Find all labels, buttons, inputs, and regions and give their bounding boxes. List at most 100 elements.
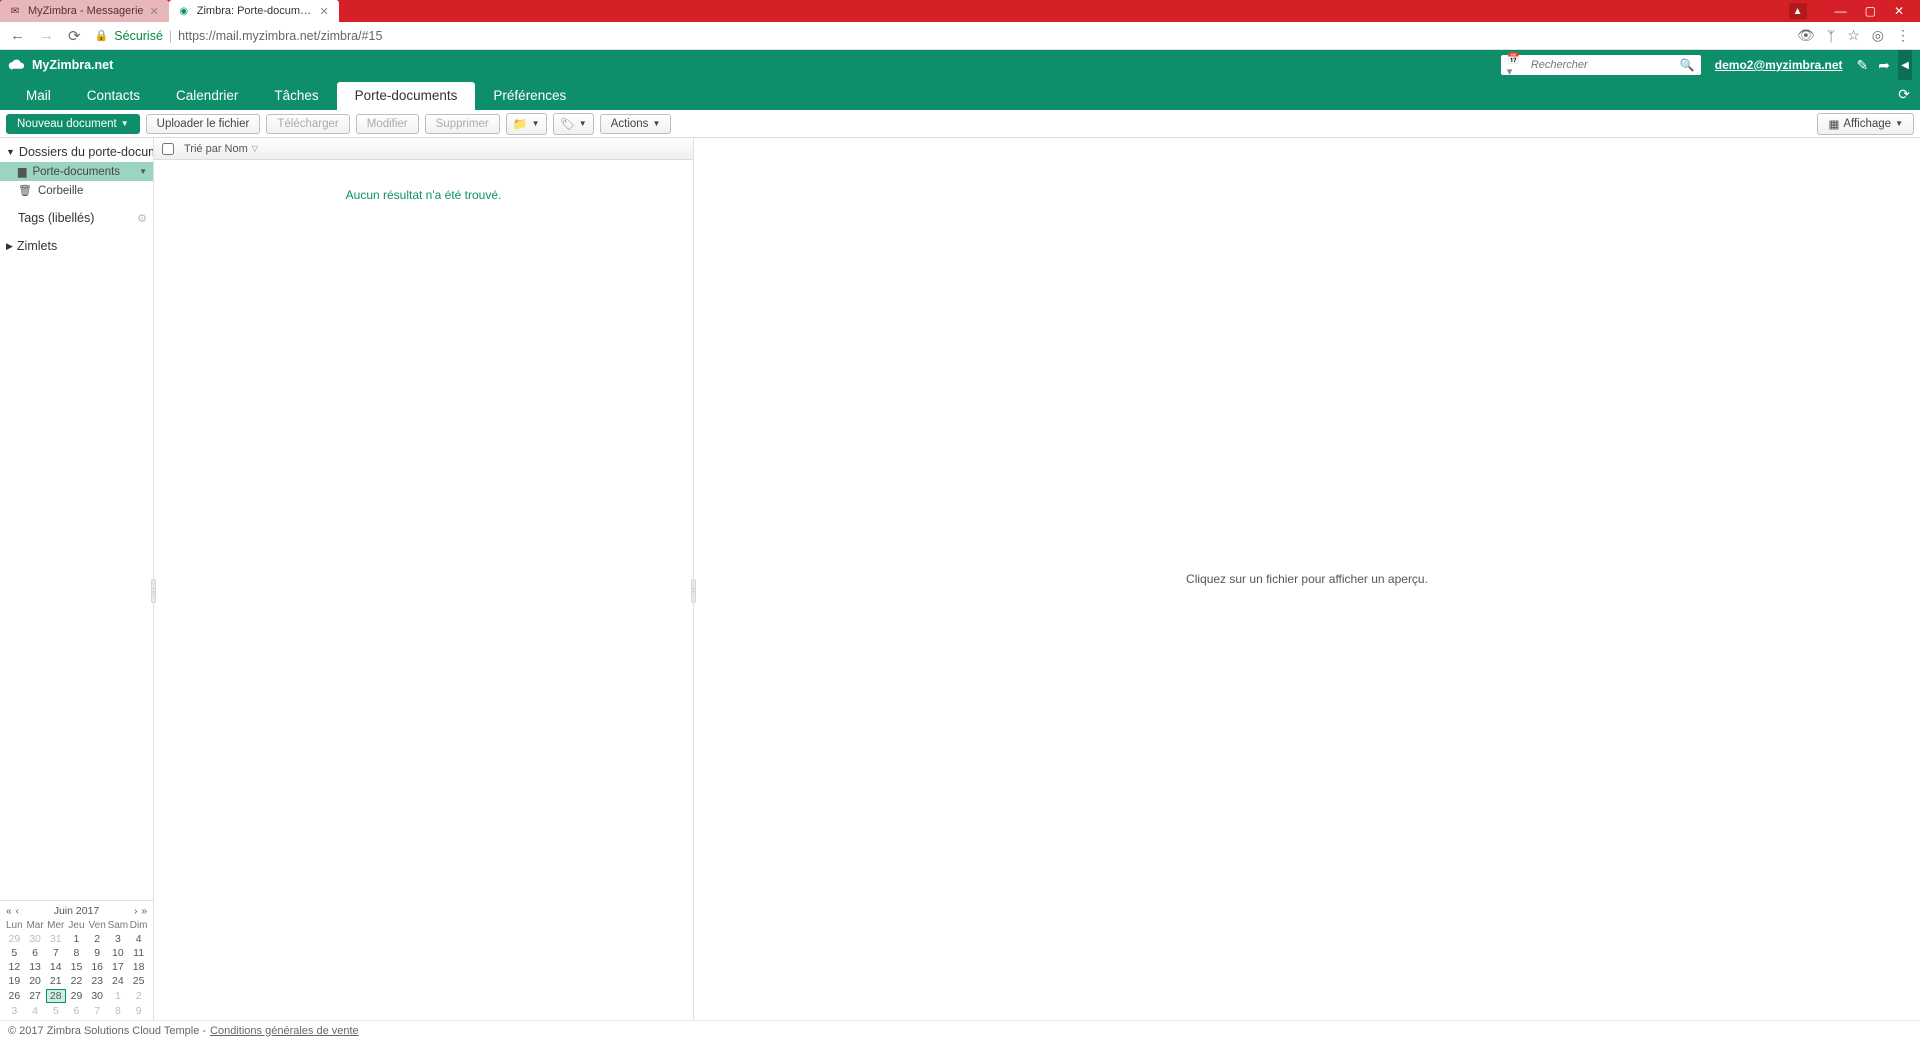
tab-calendar[interactable]: Calendrier [158, 82, 256, 110]
cal-day[interactable]: 25 [128, 974, 149, 988]
cal-day[interactable]: 5 [45, 1004, 66, 1018]
cal-day[interactable]: 5 [4, 946, 25, 960]
cal-day[interactable]: 4 [25, 1004, 46, 1018]
tags-heading[interactable]: Tags (libellés) ⚙ [0, 208, 153, 228]
extension-icon[interactable]: ◎ [1872, 27, 1884, 44]
display-button[interactable]: ▦ Affichage ▼ [1817, 113, 1914, 135]
cal-day[interactable]: 10 [108, 946, 129, 960]
tab-close-icon[interactable]: ✕ [320, 5, 329, 18]
account-link[interactable]: demo2@myzimbra.net [1715, 58, 1843, 72]
tab-preferences[interactable]: Préférences [475, 82, 584, 110]
cal-day[interactable]: 14 [45, 960, 66, 974]
browser-tab-active[interactable]: ◉ Zimbra: Porte-document ✕ [169, 0, 339, 22]
new-document-button[interactable]: Nouveau document▼ [6, 114, 140, 134]
terms-link[interactable]: Conditions générales de vente [210, 1025, 359, 1037]
cal-day[interactable]: 22 [66, 974, 87, 988]
tab-tasks[interactable]: Tâches [256, 82, 336, 110]
download-button[interactable]: Télécharger [266, 114, 349, 134]
actions-button[interactable]: Actions ▼ [600, 114, 672, 134]
browser-tab[interactable]: ✉ MyZimbra - Messagerie ✕ [0, 0, 169, 22]
cal-day[interactable]: 16 [87, 960, 108, 974]
folder-trash[interactable]: 🗑 Corbeille [0, 181, 153, 200]
upload-button[interactable]: Uploader le fichier [146, 114, 261, 134]
cal-day[interactable]: 12 [4, 960, 25, 974]
select-all-checkbox[interactable] [162, 143, 174, 155]
chevron-down-icon[interactable]: ▼ [139, 167, 147, 176]
cal-day[interactable]: 30 [25, 932, 46, 946]
cal-day[interactable]: 24 [108, 974, 129, 988]
edit-button[interactable]: Modifier [356, 114, 419, 134]
cal-day[interactable]: 8 [108, 1004, 129, 1018]
nav-back-icon[interactable]: ← [10, 27, 25, 44]
cal-day[interactable]: 11 [128, 946, 149, 960]
cal-day[interactable]: 4 [128, 932, 149, 946]
sort-button[interactable]: Trié par Nom ▽ [184, 143, 258, 155]
search-scope-icon[interactable]: 📅 ▾ [1507, 52, 1525, 78]
splitter-handle[interactable]: ⋮ [151, 579, 156, 603]
cal-day[interactable]: 31 [45, 932, 66, 946]
search-input[interactable] [1531, 59, 1674, 71]
key-icon[interactable]: ᛉ [1827, 28, 1835, 44]
refresh-icon[interactable]: ⟳ [1898, 86, 1910, 103]
cal-day[interactable]: 7 [45, 946, 66, 960]
cal-day[interactable]: 29 [4, 932, 25, 946]
eye-icon[interactable]: 👁 [1797, 27, 1815, 44]
url-field[interactable]: 🔒 Sécurisé | https://mail.myzimbra.net/z… [95, 29, 1783, 43]
gear-icon[interactable]: ⚙ [137, 212, 147, 225]
window-close-icon[interactable]: ✕ [1894, 4, 1904, 18]
cal-day[interactable]: 20 [25, 974, 46, 988]
cal-day[interactable]: 23 [87, 974, 108, 988]
cal-day[interactable]: 27 [25, 988, 46, 1004]
cal-day[interactable]: 17 [108, 960, 129, 974]
cal-prev-year-icon[interactable]: « [6, 906, 12, 917]
menu-icon[interactable]: ⋮ [1896, 27, 1910, 44]
tab-close-icon[interactable]: ✕ [150, 5, 159, 18]
cal-day[interactable]: 21 [45, 974, 66, 988]
delete-button[interactable]: Supprimer [425, 114, 500, 134]
cal-day[interactable]: 3 [4, 1004, 25, 1018]
cal-day[interactable]: 29 [66, 988, 87, 1004]
collapse-panel-icon[interactable]: ◀ [1898, 50, 1912, 80]
cal-day[interactable]: 1 [66, 932, 87, 946]
tab-contacts[interactable]: Contacts [69, 82, 158, 110]
window-minimize-icon[interactable]: — [1835, 4, 1847, 18]
move-button[interactable]: 📁▼ [506, 113, 547, 135]
cal-day[interactable]: 8 [66, 946, 87, 960]
cal-day[interactable]: 6 [66, 1004, 87, 1018]
cal-title[interactable]: Juin 2017 [54, 905, 100, 917]
zimlets-heading[interactable]: ▶ Zimlets [0, 236, 153, 256]
brand-logo[interactable]: MyZimbra.net [8, 56, 113, 74]
folder-briefcase[interactable]: ▆ Porte-documents ▼ [0, 162, 153, 181]
cal-next-month-icon[interactable]: › [134, 906, 137, 917]
cal-day[interactable]: 9 [128, 1004, 149, 1018]
cal-day[interactable]: 9 [87, 946, 108, 960]
nav-reload-icon[interactable]: ⟳ [68, 27, 81, 45]
folders-heading[interactable]: ▼ Dossiers du porte-docum [0, 142, 153, 162]
cal-day[interactable]: 18 [128, 960, 149, 974]
cal-day[interactable]: 7 [87, 1004, 108, 1018]
tab-mail[interactable]: Mail [8, 82, 69, 110]
search-icon[interactable]: 🔍 [1680, 58, 1695, 72]
cal-day[interactable]: 6 [25, 946, 46, 960]
cal-day[interactable]: 30 [87, 988, 108, 1004]
cal-day[interactable]: 2 [87, 932, 108, 946]
star-icon[interactable]: ☆ [1847, 27, 1860, 44]
tag-button[interactable]: 🏷▼ [553, 113, 594, 135]
cal-day[interactable]: 3 [108, 932, 129, 946]
cal-day[interactable]: 26 [4, 988, 25, 1004]
cal-day[interactable]: 19 [4, 974, 25, 988]
cal-day[interactable]: 28 [45, 988, 66, 1004]
window-maximize-icon[interactable]: ▢ [1865, 4, 1876, 18]
logout-icon[interactable]: ➦ [1878, 57, 1890, 74]
tab-briefcase[interactable]: Porte-documents [337, 82, 476, 110]
cal-day[interactable]: 13 [25, 960, 46, 974]
cal-day[interactable]: 15 [66, 960, 87, 974]
profile-icon[interactable]: ▲ [1789, 3, 1807, 19]
nav-forward-icon[interactable]: → [39, 27, 54, 44]
cal-next-year-icon[interactable]: » [141, 906, 147, 917]
cal-day[interactable]: 2 [128, 988, 149, 1004]
compose-icon[interactable]: ✎ [1857, 57, 1869, 74]
cal-day[interactable]: 1 [108, 988, 129, 1004]
search-box[interactable]: 📅 ▾ 🔍 [1501, 55, 1701, 75]
cal-prev-month-icon[interactable]: ‹ [16, 906, 19, 917]
